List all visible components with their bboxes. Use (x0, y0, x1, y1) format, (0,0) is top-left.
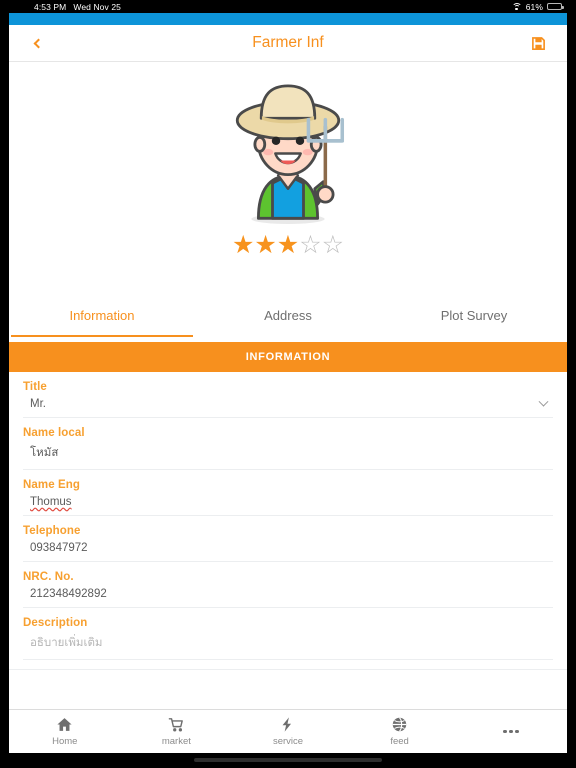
chevron-left-icon (33, 38, 43, 48)
more-dots-icon (503, 729, 519, 734)
save-floppy-icon (531, 36, 545, 50)
field-name-local-row[interactable]: โหมัส (23, 444, 553, 470)
home-icon (56, 716, 73, 733)
bottom-tab-home-label: Home (52, 736, 78, 747)
page-title: Farmer Inf (252, 34, 324, 51)
battery-percent-label: 61% (525, 1, 543, 12)
status-bar-right: 61% (511, 1, 564, 12)
form-empty-area (9, 669, 567, 709)
name-eng-input[interactable]: Thomus (23, 496, 553, 508)
field-name-eng-row[interactable]: Thomus (23, 496, 553, 516)
tab-information[interactable]: Information (9, 294, 195, 342)
field-telephone: Telephone 093847972 (9, 525, 567, 562)
status-date: Wed Nov 25 (73, 1, 121, 12)
status-bar: 4:53 PM Wed Nov 25 61% (0, 0, 576, 13)
tab-address[interactable]: Address (195, 294, 381, 342)
field-name-eng-label: Name Eng (23, 479, 81, 491)
bottom-tab-market[interactable]: market (121, 710, 233, 753)
field-name-eng: Name Eng Thomus (9, 479, 567, 516)
field-title-row[interactable]: Mr. (23, 396, 553, 418)
star-5-empty[interactable]: ☆ (322, 233, 344, 258)
battery-icon (547, 2, 564, 11)
field-name-local-label: Name local (23, 427, 85, 439)
status-bar-left: 4:53 PM Wed Nov 25 (34, 2, 121, 12)
title-select-value[interactable]: Mr. (23, 398, 540, 410)
home-indicator[interactable] (194, 758, 382, 762)
field-name-local: Name local โหมัส (9, 427, 567, 470)
bottom-tab-market-label: market (161, 736, 191, 747)
device-frame: 4:53 PM Wed Nov 25 61% Farmer Inf ★ ★ ★ … (0, 0, 576, 768)
field-description-row[interactable]: อธิบายเพิ่มเติม (23, 634, 553, 660)
back-button[interactable] (9, 25, 67, 61)
bolt-icon (279, 716, 296, 733)
app-viewport: Farmer Inf ★ ★ ★ ☆ ☆ Information Address… (9, 25, 567, 753)
field-telephone-row[interactable]: 093847972 (23, 542, 553, 562)
bottom-tab-more[interactable] (455, 710, 567, 753)
tab-strip: Information Address Plot Survey (9, 294, 567, 342)
field-title-label: Title (23, 381, 47, 393)
status-time: 4:53 PM (34, 1, 67, 12)
save-button[interactable] (509, 25, 567, 61)
field-title: Title Mr. (9, 381, 567, 418)
bottom-tab-feed-label: feed (390, 736, 409, 747)
telephone-input[interactable]: 093847972 (23, 542, 553, 554)
field-description: Description อธิบายเพิ่มเติม (9, 617, 567, 660)
information-form: Title Mr. Name local โหมัส Name Eng Thom… (9, 372, 567, 709)
farmer-avatar[interactable] (217, 76, 359, 231)
star-3-filled[interactable]: ★ (277, 233, 299, 258)
bottom-tab-home[interactable]: Home (9, 710, 121, 753)
field-nrc-no-label: NRC. No. (23, 571, 74, 583)
field-description-label: Description (23, 617, 88, 629)
star-2-filled[interactable]: ★ (254, 233, 276, 258)
bottom-tab-feed[interactable]: feed (344, 710, 456, 753)
star-4-empty[interactable]: ☆ (299, 233, 321, 258)
bottom-tab-service[interactable]: service (232, 710, 344, 753)
bottom-tab-bar: Home market service feed (9, 709, 567, 753)
star-1-filled[interactable]: ★ (232, 233, 254, 258)
bottom-tab-service-label: service (272, 736, 304, 747)
profile-hero: ★ ★ ★ ☆ ☆ (9, 62, 567, 294)
chevron-down-icon[interactable] (538, 396, 549, 407)
star-rating[interactable]: ★ ★ ★ ☆ ☆ (232, 233, 344, 258)
section-header-information: INFORMATION (9, 342, 567, 372)
globe-icon (391, 716, 408, 733)
blue-accent-strip (9, 13, 567, 25)
name-local-input[interactable]: โหมัส (23, 444, 553, 462)
field-telephone-label: Telephone (23, 525, 81, 537)
field-nrc-no: NRC. No. 212348492892 (9, 571, 567, 608)
nav-bar: Farmer Inf (9, 25, 567, 62)
description-input[interactable]: อธิบายเพิ่มเติม (23, 634, 553, 652)
tab-plot-survey[interactable]: Plot Survey (381, 294, 567, 342)
wifi-icon (511, 3, 522, 11)
cart-icon (168, 716, 185, 733)
field-nrc-no-row[interactable]: 212348492892 (23, 588, 553, 608)
nrc-no-input[interactable]: 212348492892 (23, 588, 553, 600)
